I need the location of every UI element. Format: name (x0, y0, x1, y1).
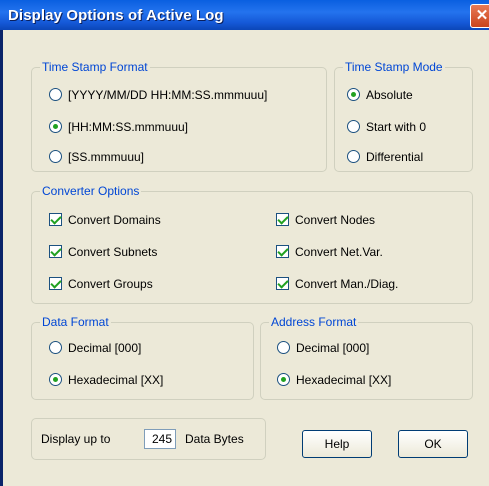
checkbox-label: Convert Domains (68, 213, 161, 227)
converter-options-group: Converter Options Convert Domains Conver… (31, 184, 473, 304)
address-format-legend: Address Format (269, 315, 359, 329)
time-stamp-mode-option-label: Start with 0 (366, 120, 427, 134)
close-icon: ✕ (475, 7, 489, 24)
radio-button[interactable] (277, 373, 290, 386)
radio-button[interactable] (49, 341, 62, 354)
radio-button[interactable] (277, 341, 290, 354)
address-format-option-label: Hexadecimal [XX] (296, 373, 392, 387)
converter-options-legend: Converter Options (40, 184, 142, 198)
ok-button[interactable]: OK (398, 430, 468, 458)
data-format-group: Data Format Decimal [000] Hexadecimal [X… (31, 315, 254, 400)
checkbox[interactable] (49, 245, 62, 258)
data-format-option-label: Hexadecimal [XX] (68, 373, 164, 387)
display-bytes-suffix: Data Bytes (185, 432, 244, 446)
radio-button[interactable] (347, 150, 360, 163)
checkbox-label: Convert Subnets (68, 245, 158, 259)
checkbox[interactable] (49, 213, 62, 226)
radio-button[interactable] (49, 120, 62, 133)
time-stamp-format-option-label: [SS.mmmuuu] (68, 150, 145, 164)
checkbox-label: Convert Nodes (295, 213, 376, 227)
time-stamp-mode-option-label: Differential (366, 150, 424, 164)
radio-button[interactable] (347, 88, 360, 101)
data-format-legend: Data Format (40, 315, 111, 329)
checkbox[interactable] (276, 213, 289, 226)
time-stamp-format-legend: Time Stamp Format (40, 60, 150, 74)
radio-button[interactable] (49, 150, 62, 163)
radio-button[interactable] (49, 373, 62, 386)
time-stamp-mode-option-label: Absolute (366, 88, 413, 102)
window-title: Display Options of Active Log (8, 7, 224, 24)
checkbox-label: Convert Groups (68, 277, 153, 291)
time-stamp-format-option-label: [YYYY/MM/DD HH:MM:SS.mmmuuu] (68, 88, 268, 102)
radio-button[interactable] (49, 88, 62, 101)
time-stamp-mode-group: Time Stamp Mode Absolute Start with 0 Di… (334, 60, 473, 172)
time-stamp-format-group: Time Stamp Format [YYYY/MM/DD HH:MM:SS.m… (31, 60, 327, 172)
address-format-group: Address Format Decimal [000] Hexadecimal… (260, 315, 473, 400)
radio-button[interactable] (347, 120, 360, 133)
dialog-window: Display Options of Active Log ✕ Time Sta… (0, 0, 489, 486)
data-bytes-input[interactable] (144, 429, 176, 449)
time-stamp-format-option-label: [HH:MM:SS.mmmuuu] (68, 120, 189, 134)
checkbox[interactable] (49, 277, 62, 290)
checkbox[interactable] (276, 245, 289, 258)
close-button[interactable]: ✕ (470, 4, 489, 28)
display-bytes-group: Display up to Data Bytes (31, 418, 266, 460)
data-format-option-label: Decimal [000] (68, 341, 142, 355)
checkbox[interactable] (276, 277, 289, 290)
address-format-option-label: Decimal [000] (296, 341, 370, 355)
checkbox-label: Convert Net.Var. (295, 245, 383, 259)
time-stamp-mode-legend: Time Stamp Mode (343, 60, 445, 74)
help-button[interactable]: Help (302, 430, 372, 458)
dialog-client-area: Time Stamp Format [YYYY/MM/DD HH:MM:SS.m… (3, 30, 489, 486)
title-bar[interactable]: Display Options of Active Log ✕ (0, 0, 489, 30)
display-bytes-prefix: Display up to (41, 432, 111, 446)
checkbox-label: Convert Man./Diag. (295, 277, 399, 291)
